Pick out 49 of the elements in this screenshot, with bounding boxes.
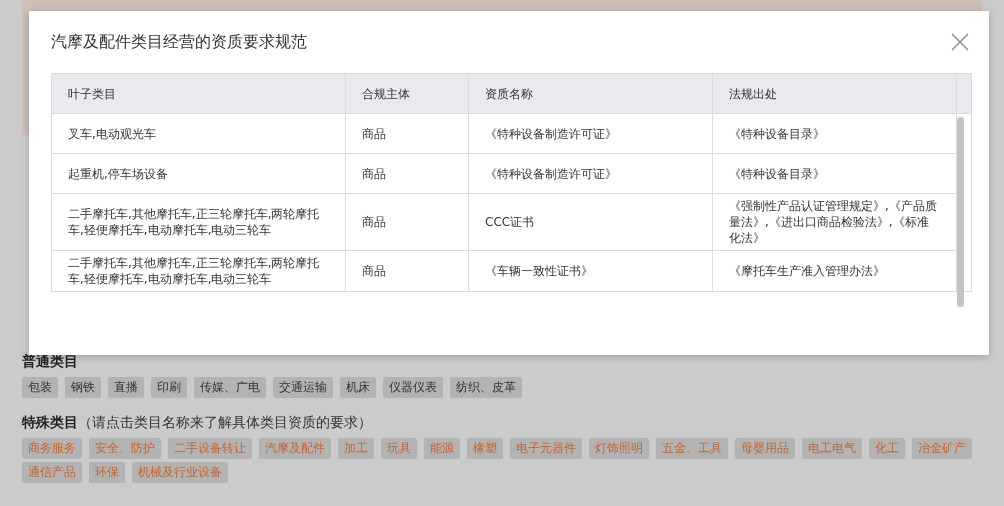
table-cell: 《车辆一致性证书》 [468,250,713,292]
category-link[interactable]: 灯饰照明 [589,438,649,459]
category-link[interactable]: 安全、防护 [89,438,161,459]
category-link[interactable]: 电工电气 [802,438,862,459]
table-cell: 二手摩托车,其他摩托车,正三轮摩托车,两轮摩托车,轻便摩托车,电动摩托车,电动三轮车 [51,193,346,251]
category-tag: 印刷 [151,377,187,398]
category-tag: 仪器仪表 [383,377,443,398]
modal-title: 汽摩及配件类目经营的资质要求规范 [51,31,307,53]
category-link[interactable]: 母婴用品 [735,438,795,459]
scrollbar-thumb[interactable] [957,117,964,307]
table-cell: 商品 [345,113,469,154]
category-link[interactable]: 化工 [869,438,905,459]
category-link[interactable]: 橡塑 [467,438,503,459]
category-link[interactable]: 玩具 [381,438,417,459]
table-cell: 二手摩托车,其他摩托车,正三轮摩托车,两轮摩托车,轻便摩托车,电动摩托车,电动三轮车 [51,250,346,292]
table-cell: 起重机,停车场设备 [51,153,346,194]
table-cell: 叉车,电动观光车 [51,113,346,154]
category-link[interactable]: 二手设备转让 [168,438,252,459]
column-header: 合规主体 [345,73,469,114]
category-link[interactable]: 通信产品 [22,462,82,483]
section-hint: （请点击类目名称来了解具体类目资质的要求） [78,414,372,432]
category-tag: 交通运输 [273,377,333,398]
category-link[interactable]: 能源 [424,438,460,459]
section-heading: 特殊类目 [22,414,78,432]
table-cell: 商品 [345,250,469,292]
table-cell: 《特种设备制造许可证》 [468,113,713,154]
table-cell: CCC证书 [468,193,713,251]
category-tag: 直播 [108,377,144,398]
column-header: 资质名称 [468,73,713,114]
close-icon[interactable] [951,33,969,51]
category-link[interactable]: 环保 [89,462,125,483]
column-header: 法规出处 [712,73,957,114]
category-link[interactable]: 商务服务 [22,438,82,459]
column-header: 叶子类目 [51,73,346,114]
category-link[interactable]: 冶金矿产 [912,438,972,459]
category-link[interactable]: 机械及行业设备 [132,462,228,483]
category-link[interactable]: 汽摩及配件 [259,438,331,459]
category-tag: 钢铁 [65,377,101,398]
category-tag: 包装 [22,377,58,398]
category-tag: 机床 [340,377,376,398]
table-cell: 《特种设备制造许可证》 [468,153,713,194]
category-link[interactable]: 电子元器件 [510,438,582,459]
table-cell: 商品 [345,153,469,194]
category-link[interactable]: 加工 [338,438,374,459]
category-tag: 纺织、皮革 [450,377,522,398]
category-link[interactable]: 五金、工具 [656,438,728,459]
category-tag: 传媒、广电 [194,377,266,398]
table-cell: 商品 [345,193,469,251]
table-cell: 《特种设备目录》 [712,113,957,154]
